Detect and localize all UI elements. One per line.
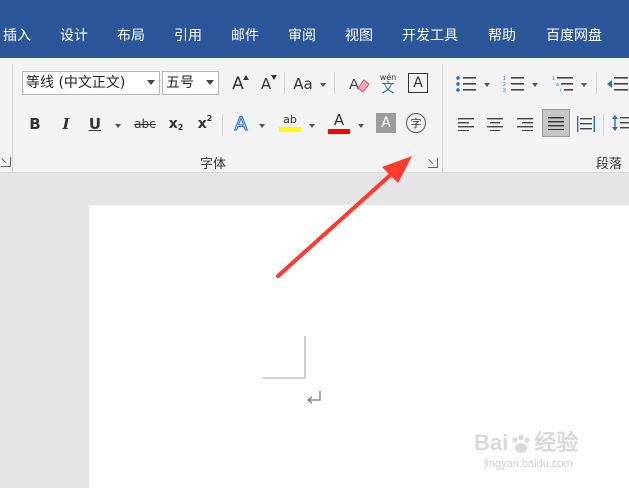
watermark-url: jingyan.baidu.com [484,458,573,470]
watermark-brand-text: Bai [474,430,509,455]
watermark-brand-tail: 经验 [534,430,579,455]
watermark-brand: Bai 经验 [474,425,578,457]
paw-icon [510,434,532,454]
margin-corner-marker [263,336,306,379]
document-overlay [263,156,412,404]
red-arrow-annotation [276,156,412,278]
paragraph-mark-icon [306,391,321,404]
